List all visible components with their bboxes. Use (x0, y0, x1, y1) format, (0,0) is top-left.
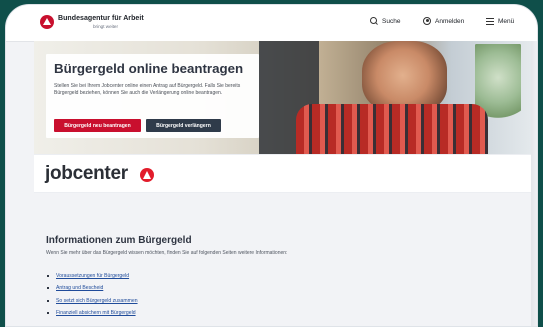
hero-card: Bürgergeld online beantragen Stellen Sie… (46, 54, 259, 138)
brand-name[interactable]: Bundesagentur für Arbeit (58, 15, 144, 22)
menu-icon (486, 17, 494, 25)
login-label: Anmelden (435, 17, 465, 25)
brand-tagline: bringt weiter (93, 24, 119, 29)
search-button[interactable]: Suche (370, 17, 400, 25)
ba-logo-icon[interactable] (40, 15, 54, 29)
link-financial-security[interactable]: Finanziell absichern mit Bürgergeld (56, 310, 136, 316)
person-face-image (362, 41, 447, 113)
list-item: Finanziell absichern mit Bürgergeld (46, 310, 138, 316)
jobcenter-band: jobcenter (34, 154, 531, 193)
login-button[interactable]: Anmelden (423, 17, 464, 25)
list-item: Voraussetzungen für Bürgergeld (46, 273, 138, 279)
user-icon (423, 17, 431, 25)
list-item: So setzt sich Bürgergeld zusammen (46, 298, 138, 304)
list-item: Antrag und Bescheid (46, 285, 138, 291)
new-application-button[interactable]: Bürgergeld neu beantragen (54, 119, 141, 132)
info-description: Wenn Sie mehr über das Bürgergeld wissen… (46, 250, 288, 256)
link-benefit-composition[interactable]: So setzt sich Bürgergeld zusammen (56, 298, 138, 304)
menu-button[interactable]: Menü (486, 17, 514, 25)
renew-application-button[interactable]: Bürgergeld verlängern (146, 119, 221, 132)
link-application-notice[interactable]: Antrag und Bescheid (56, 285, 103, 291)
hero-section: Bürgergeld online beantragen Stellen Sie… (34, 41, 531, 154)
jobcenter-logo-icon (140, 168, 154, 182)
search-label: Suche (382, 17, 401, 25)
info-link-list: Voraussetzungen für Bürgergeld Antrag un… (46, 273, 138, 323)
browser-frame: Bundesagentur für Arbeit bringt weiter S… (5, 4, 538, 327)
search-icon (370, 17, 378, 25)
hero-title: Bürgergeld online beantragen (54, 61, 244, 76)
jobcenter-logo[interactable]: jobcenter (45, 163, 128, 185)
menu-label: Menü (498, 17, 515, 25)
hero-description: Stellen Sie bei Ihrem Jobcenter online e… (54, 83, 241, 96)
page-edge (531, 41, 537, 326)
info-heading: Informationen zum Bürgergeld (46, 235, 192, 246)
person-shirt-image (296, 104, 488, 154)
site-header: Bundesagentur für Arbeit bringt weiter S… (6, 5, 537, 42)
link-requirements[interactable]: Voraussetzungen für Bürgergeld (56, 273, 129, 279)
